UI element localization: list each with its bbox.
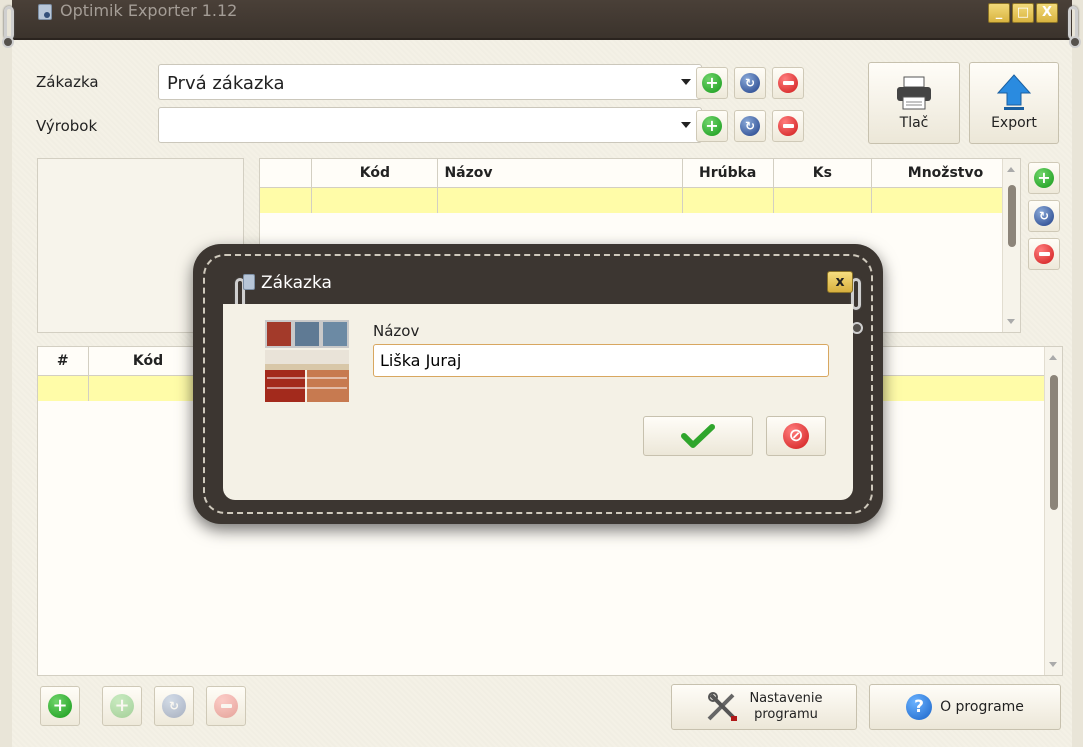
window-title: Optimik Exporter 1.12 bbox=[60, 1, 238, 20]
column-header-kod[interactable]: Kód bbox=[88, 347, 209, 376]
minus-icon bbox=[778, 73, 798, 93]
refresh-icon: ↻ bbox=[162, 694, 186, 718]
close-button[interactable]: X bbox=[1036, 3, 1058, 23]
cancel-button[interactable]: ⊘ bbox=[766, 416, 826, 456]
edit-zakazka-button[interactable]: ↻ bbox=[734, 67, 766, 99]
scroll-thumb[interactable] bbox=[1008, 185, 1016, 247]
print-button[interactable]: Tlač bbox=[868, 62, 960, 144]
settings-button[interactable]: Nastavenie programu bbox=[671, 684, 857, 730]
title-bar: Optimik Exporter 1.12 _ □ X bbox=[12, 0, 1072, 40]
scrollbar[interactable] bbox=[1002, 159, 1020, 332]
upload-arrow-icon bbox=[996, 74, 1032, 110]
plus-icon: + bbox=[48, 694, 72, 718]
kitchen-icon bbox=[265, 320, 349, 402]
chevron-down-icon bbox=[681, 122, 691, 128]
delete-zakazka-button[interactable] bbox=[772, 67, 804, 99]
check-icon bbox=[681, 424, 715, 448]
chevron-down-icon bbox=[681, 79, 691, 85]
binder-ring-icon bbox=[4, 6, 14, 40]
edit-item-button[interactable]: ↻ bbox=[154, 686, 194, 726]
plus-icon: + bbox=[1034, 168, 1054, 188]
minimize-button[interactable]: _ bbox=[988, 3, 1010, 23]
dialog-close-button[interactable]: x bbox=[827, 271, 853, 293]
refresh-icon: ↻ bbox=[740, 73, 760, 93]
dialog-title: Zákazka bbox=[261, 273, 332, 293]
delete-vyrobok-button[interactable] bbox=[772, 110, 804, 142]
vyrobok-select[interactable] bbox=[158, 107, 702, 143]
delete-part-button[interactable] bbox=[1028, 238, 1060, 270]
minus-icon bbox=[1034, 244, 1054, 264]
export-label: Export bbox=[991, 115, 1037, 131]
minus-icon bbox=[778, 116, 798, 136]
zakazka-value: Prvá zákazka bbox=[167, 73, 285, 94]
table-row[interactable] bbox=[260, 187, 1020, 213]
add-part-button[interactable]: + bbox=[1028, 162, 1060, 194]
dialog-body: Názov ⊘ bbox=[223, 304, 853, 500]
help-icon: ? bbox=[906, 694, 933, 720]
settings-label-line2: programu bbox=[754, 707, 818, 722]
column-header-ks[interactable]: Ks bbox=[773, 159, 873, 188]
plus-icon: + bbox=[702, 116, 722, 136]
app-icon bbox=[243, 274, 255, 290]
refresh-icon: ↻ bbox=[740, 116, 760, 136]
export-button[interactable]: Export bbox=[969, 62, 1059, 144]
column-header[interactable] bbox=[260, 159, 313, 188]
zakazka-label: Zákazka bbox=[36, 73, 99, 91]
binder-ring-icon bbox=[1068, 6, 1078, 40]
vyrobok-label: Výrobok bbox=[36, 117, 98, 135]
maximize-button[interactable]: □ bbox=[1012, 3, 1034, 23]
column-header-kod[interactable]: Kód bbox=[311, 159, 439, 188]
add-vyrobok-button[interactable]: + bbox=[696, 110, 728, 142]
delete-item-button[interactable] bbox=[206, 686, 246, 726]
nazov-label: Názov bbox=[373, 322, 420, 340]
about-button[interactable]: ? O programe bbox=[869, 684, 1061, 730]
print-label: Tlač bbox=[899, 115, 929, 131]
edit-vyrobok-button[interactable]: ↻ bbox=[734, 110, 766, 142]
edit-part-button[interactable]: ↻ bbox=[1028, 200, 1060, 232]
refresh-icon: ↻ bbox=[1034, 206, 1054, 226]
settings-label-line1: Nastavenie bbox=[749, 691, 823, 706]
copy-item-button[interactable]: + bbox=[102, 686, 142, 726]
nazov-input[interactable] bbox=[373, 344, 829, 377]
plus-icon: + bbox=[110, 694, 134, 718]
printer-icon bbox=[897, 76, 931, 110]
zakazka-select[interactable]: Prvá zákazka bbox=[158, 64, 702, 100]
column-header-nazov[interactable]: Názov bbox=[437, 159, 683, 188]
app-icon bbox=[38, 4, 52, 20]
about-label: O programe bbox=[940, 699, 1024, 715]
column-header-number[interactable]: # bbox=[38, 347, 89, 376]
column-header-hrubka[interactable]: Hrúbka bbox=[682, 159, 774, 188]
scroll-thumb[interactable] bbox=[1050, 375, 1058, 510]
scrollbar[interactable] bbox=[1044, 347, 1062, 675]
ok-button[interactable] bbox=[643, 416, 753, 456]
ring-hole-icon bbox=[1069, 36, 1081, 48]
plus-icon: + bbox=[702, 73, 722, 93]
tools-icon bbox=[708, 692, 738, 721]
add-zakazka-button[interactable]: + bbox=[696, 67, 728, 99]
minus-icon bbox=[214, 694, 238, 718]
ring-hole-icon bbox=[2, 36, 14, 48]
add-item-button[interactable]: + bbox=[40, 686, 80, 726]
cancel-icon: ⊘ bbox=[783, 423, 809, 449]
zakazka-dialog: Zákazka x Názov ⊘ bbox=[193, 244, 883, 524]
column-header-mnozstvo[interactable]: Množstvo bbox=[871, 159, 1020, 188]
